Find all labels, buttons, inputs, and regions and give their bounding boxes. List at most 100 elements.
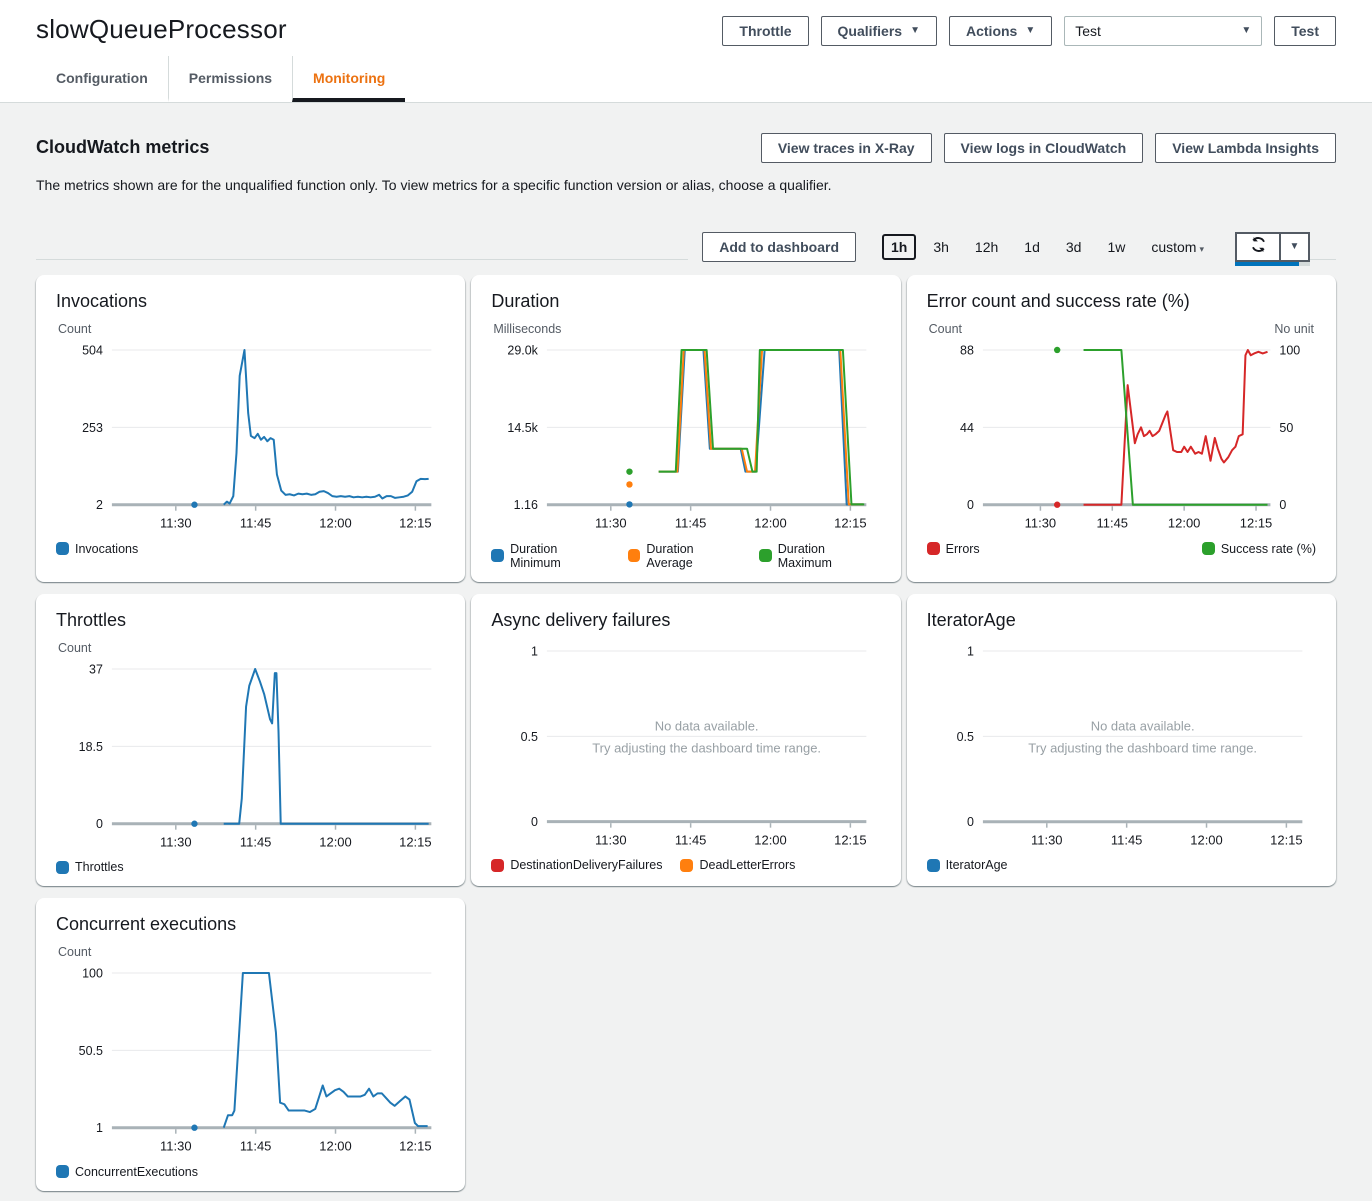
legend-item[interactable]: Duration Minimum <box>491 542 609 570</box>
svg-text:12:15: 12:15 <box>834 832 866 847</box>
svg-text:0.5: 0.5 <box>956 729 973 743</box>
view-traces-xray-button[interactable]: View traces in X-Ray <box>761 133 932 163</box>
view-logs-cloudwatch-button[interactable]: View logs in CloudWatch <box>944 133 1144 163</box>
no-data-message: No data available. <box>655 718 759 733</box>
svg-text:1: 1 <box>96 1122 103 1136</box>
left-axis-unit: Count <box>929 322 962 336</box>
svg-text:0: 0 <box>967 815 974 829</box>
axis-unit-labels: Count <box>56 322 445 336</box>
chart-legend: Duration Minimum Duration Average Duration… <box>491 542 880 570</box>
svg-text:11:30: 11:30 <box>160 834 192 849</box>
time-range-3h[interactable]: 3h <box>924 234 958 260</box>
axis-unit-labels: Count <box>56 945 445 959</box>
metrics-link-buttons: View traces in X-Ray View logs in CloudW… <box>761 133 1336 163</box>
metrics-grid: Invocations Count 504253211:3011:4512:0012… <box>0 275 1372 1201</box>
legend-label: DestinationDeliveryFailures <box>510 858 662 872</box>
time-range-custom[interactable]: custom▾ <box>1142 234 1213 260</box>
svg-text:11:45: 11:45 <box>240 1139 271 1154</box>
svg-text:12:15: 12:15 <box>834 516 866 531</box>
header-actions: Throttle Qualifiers▼ Actions▼ Test ▼ Tes… <box>722 16 1336 46</box>
chevron-down-icon: ▼ <box>1241 26 1251 36</box>
test-button[interactable]: Test <box>1274 16 1336 46</box>
legend-color-chip <box>56 1165 69 1178</box>
test-event-select-value: Test <box>1075 23 1101 39</box>
data-point-dot <box>191 502 197 508</box>
chart-legend: DestinationDeliveryFailures DeadLetterErr… <box>491 858 880 872</box>
page-title: slowQueueProcessor <box>36 14 287 45</box>
svg-text:44: 44 <box>960 421 974 435</box>
legend-item[interactable]: Duration Maximum <box>759 542 881 570</box>
qualifiers-button[interactable]: Qualifiers▼ <box>821 16 938 46</box>
chart-title: Concurrent executions <box>56 914 445 935</box>
test-event-select[interactable]: Test ▼ <box>1064 16 1262 46</box>
svg-text:12:15: 12:15 <box>1270 832 1302 847</box>
metrics-description: The metrics shown are for the unqualifie… <box>36 177 1336 193</box>
legend-label: Invocations <box>75 542 138 556</box>
legend-color-chip <box>491 859 504 872</box>
svg-text:12:00: 12:00 <box>319 834 351 849</box>
axis-unit-labels: CountNo unit <box>927 322 1316 336</box>
svg-text:11:45: 11:45 <box>240 834 271 849</box>
time-range-1d[interactable]: 1d <box>1015 234 1049 260</box>
legend-label: ConcurrentExecutions <box>75 1165 198 1179</box>
time-range-3d[interactable]: 3d <box>1057 234 1091 260</box>
legend-color-chip <box>927 859 940 872</box>
chart-plot[interactable]: 3718.5011:3011:4512:0012:15 <box>56 659 445 855</box>
svg-text:12:00: 12:00 <box>755 516 787 531</box>
svg-text:29.0k: 29.0k <box>508 343 539 357</box>
throttle-button[interactable]: Throttle <box>722 16 808 46</box>
chevron-down-icon: ▾ <box>1199 244 1204 254</box>
left-axis-unit: Milliseconds <box>493 322 561 336</box>
metric-card-iterator-age: IteratorAge10.5011:3011:4512:0012:15No d… <box>907 594 1336 887</box>
view-lambda-insights-button[interactable]: View Lambda Insights <box>1155 133 1336 163</box>
tab-bar: Configuration Permissions Monitoring <box>0 56 1372 103</box>
tab-monitoring[interactable]: Monitoring <box>292 56 405 102</box>
chart-plot[interactable]: 504253211:3011:4512:0012:15 <box>56 340 445 536</box>
legend-label: IteratorAge <box>946 858 1008 872</box>
time-range-1h[interactable]: 1h <box>882 234 916 260</box>
time-range-1w[interactable]: 1w <box>1098 234 1134 260</box>
chevron-down-icon: ▼ <box>1025 26 1035 36</box>
chart-plot[interactable]: 10.5011:3011:4512:0012:15No data availab… <box>491 641 880 853</box>
svg-text:11:30: 11:30 <box>1024 516 1056 531</box>
refresh-button-group: ▼ <box>1235 232 1310 262</box>
page-header: slowQueueProcessor Throttle Qualifiers▼ … <box>0 0 1372 56</box>
legend-item[interactable]: ConcurrentExecutions <box>56 1165 198 1179</box>
data-point-dot <box>627 501 633 507</box>
data-point-dot <box>627 468 633 474</box>
chart-plot[interactable]: 10050.5111:3011:4512:0012:15 <box>56 963 445 1159</box>
svg-text:12:00: 12:00 <box>319 1139 351 1154</box>
data-point-dot <box>191 820 197 826</box>
refresh-icon <box>1250 236 1267 258</box>
legend-item[interactable]: DeadLetterErrors <box>680 858 795 872</box>
no-data-message: No data available. <box>1090 718 1194 733</box>
legend-item[interactable]: Duration Average <box>628 542 741 570</box>
axis-unit-labels: Milliseconds <box>491 322 880 336</box>
legend-label: Success rate (%) <box>1221 542 1316 556</box>
chart-plot[interactable]: 29.0k14.5k1.1611:3011:4512:0012:15 <box>491 340 880 536</box>
chart-plot[interactable]: 10.5011:3011:4512:0012:15No data availab… <box>927 641 1316 853</box>
svg-text:0: 0 <box>1279 498 1286 512</box>
legend-item[interactable]: Success rate (%) <box>1202 542 1316 556</box>
tab-configuration[interactable]: Configuration <box>36 56 168 102</box>
legend-item[interactable]: DestinationDeliveryFailures <box>491 858 662 872</box>
no-data-hint: Try adjusting the dashboard time range. <box>1028 740 1257 755</box>
time-range-12h[interactable]: 12h <box>966 234 1007 260</box>
data-point-dot <box>1054 347 1060 353</box>
legend-item[interactable]: IteratorAge <box>927 858 1008 872</box>
chart-title: Async delivery failures <box>491 610 880 631</box>
svg-text:11:30: 11:30 <box>595 832 627 847</box>
refresh-options-button[interactable]: ▼ <box>1280 232 1310 262</box>
actions-button[interactable]: Actions▼ <box>949 16 1052 46</box>
legend-item[interactable]: Throttles <box>56 860 124 874</box>
legend-item[interactable]: Errors <box>927 542 980 556</box>
svg-text:1.16: 1.16 <box>514 498 538 512</box>
svg-text:12:15: 12:15 <box>399 516 431 531</box>
chart-plot[interactable]: 8844010050011:3011:4512:0012:15 <box>927 340 1316 536</box>
refresh-button[interactable] <box>1235 232 1281 262</box>
add-to-dashboard-button[interactable]: Add to dashboard <box>702 232 856 262</box>
tab-permissions[interactable]: Permissions <box>168 56 292 102</box>
refresh-progress-bar <box>1235 262 1310 266</box>
legend-item[interactable]: Invocations <box>56 542 138 556</box>
svg-text:88: 88 <box>960 343 974 357</box>
